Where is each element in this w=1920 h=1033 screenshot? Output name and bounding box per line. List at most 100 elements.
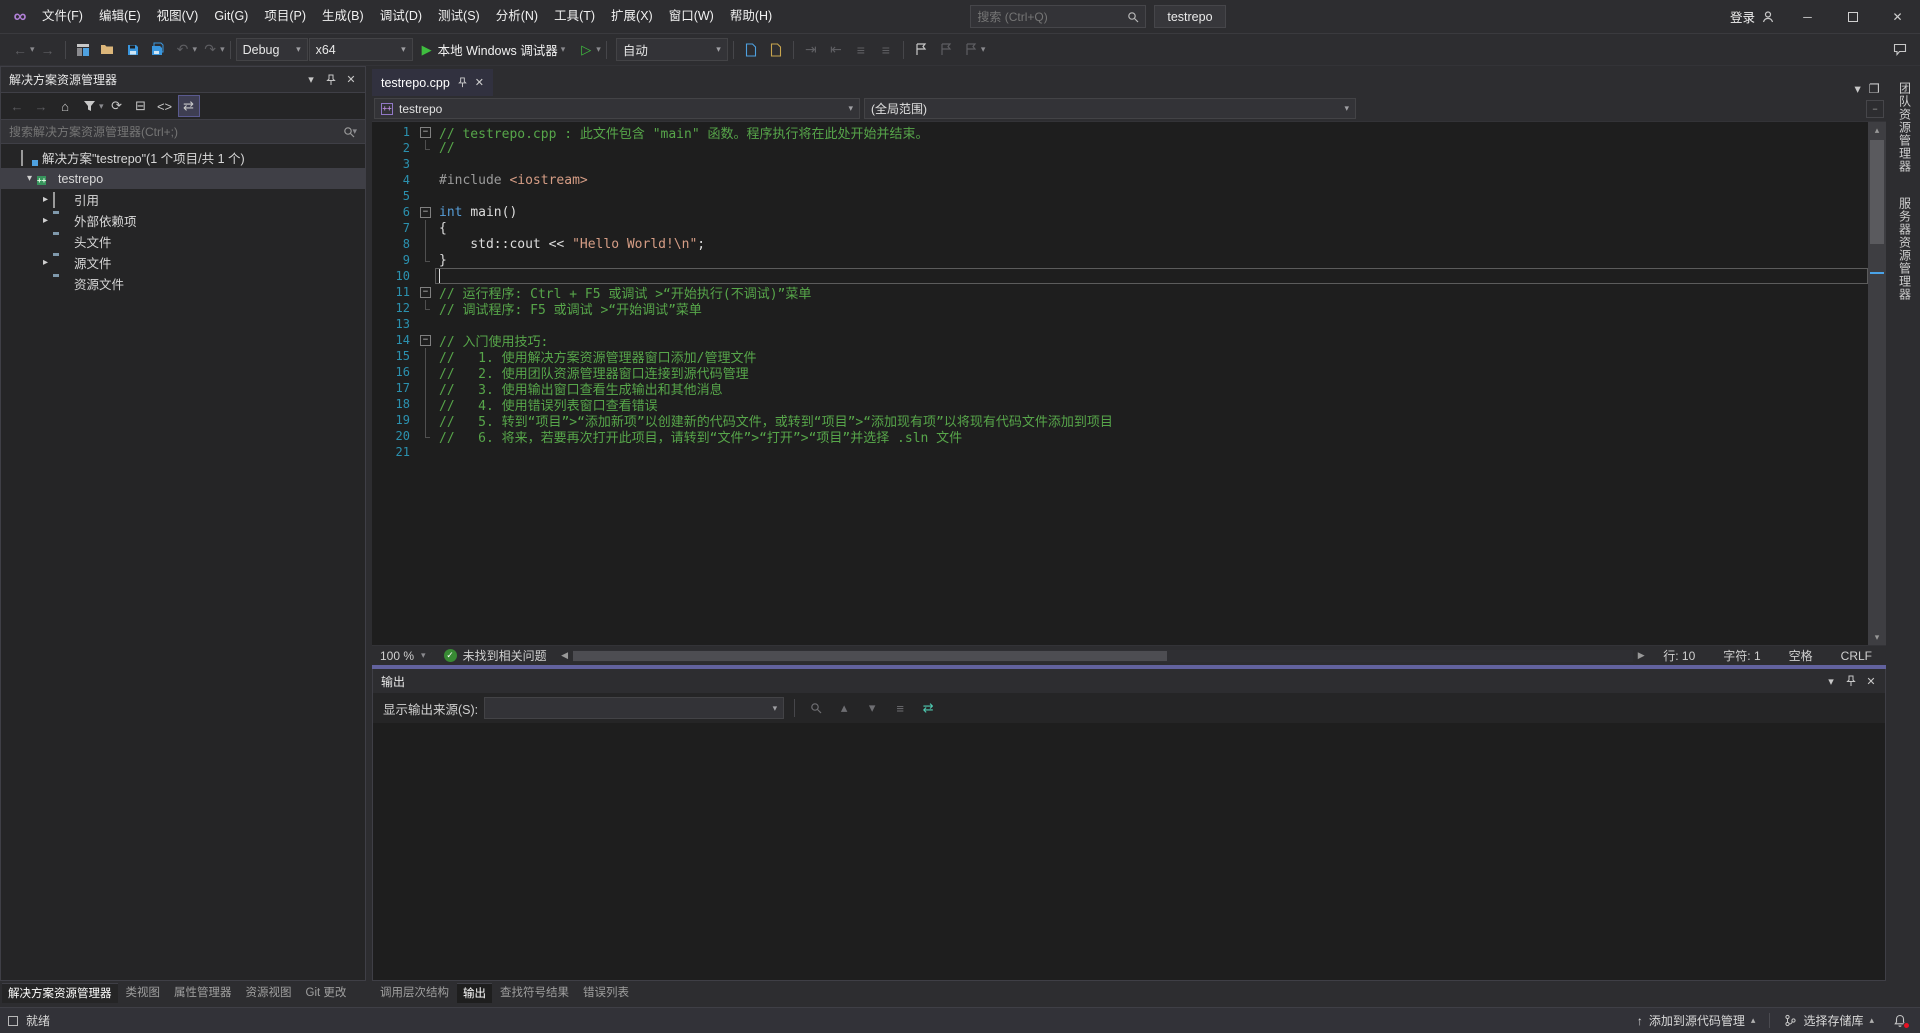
bottom-panel-tab-3[interactable]: 错误列表 [577, 983, 635, 1003]
window-position-chevron-icon[interactable]: ▾ [301, 70, 321, 90]
scroll-right-icon[interactable]: ▶ [1633, 650, 1649, 661]
comment-selection-icon[interactable]: ≡ [849, 37, 873, 63]
navigate-back-dropdown-icon[interactable]: ▾ [30, 44, 35, 55]
eol-indicator[interactable]: CRLF [1827, 649, 1886, 663]
output-content[interactable] [373, 723, 1885, 980]
start-debugging-button[interactable]: ▶ 本地 Windows 调试器 ▾ [414, 37, 574, 63]
solution-explorer-search-box[interactable]: ▾ [1, 120, 365, 144]
code-editor[interactable]: 1−// testrepo.cpp : 此文件包含 "main" 函数。程序执行… [372, 122, 1886, 645]
left-panel-tab-0[interactable]: 解决方案资源管理器 [2, 983, 118, 1003]
tree-item-external-dependencies[interactable]: ▸外部依赖项 [1, 210, 365, 231]
toolbar-overflow-chevron-icon[interactable]: ▾ [981, 44, 986, 55]
right-auto-hide-tab-0[interactable]: 团队资源管理器 [1897, 78, 1914, 177]
menu-item[interactable]: 项目(P) [256, 0, 314, 33]
menu-item[interactable]: 测试(S) [430, 0, 488, 33]
menu-item[interactable]: 调试(D) [372, 0, 430, 33]
line-indicator[interactable]: 行: 10 [1649, 647, 1709, 664]
expander-icon[interactable]: ▸ [39, 194, 52, 205]
editor-vertical-scrollbar[interactable]: ▴ ▾ [1868, 122, 1886, 645]
background-tasks-icon[interactable] [8, 1016, 18, 1026]
se-forward-icon[interactable]: → [30, 95, 52, 117]
se-collapse-all-icon[interactable]: ⊟ [130, 95, 152, 117]
undo-icon[interactable]: ↶ [171, 37, 195, 63]
bookmark-previous-icon[interactable] [934, 37, 958, 63]
collapse-region-icon[interactable]: − [420, 335, 431, 346]
code-line[interactable]: 2// [372, 140, 1868, 156]
open-file-icon[interactable] [96, 37, 120, 63]
code-line[interactable]: 1−// testrepo.cpp : 此文件包含 "main" 函数。程序执行… [372, 124, 1868, 140]
se-home-icon[interactable]: ⌂ [54, 95, 76, 117]
code-line[interactable]: 5 [372, 188, 1868, 204]
tree-item-solution[interactable]: 解决方案"testrepo"(1 个项目/共 1 个) [1, 147, 365, 168]
scrollbar-up-icon[interactable]: ▴ [1868, 122, 1886, 138]
code-line[interactable]: 12// 调试程序: F5 或调试 >“开始调试”菜单 [372, 300, 1868, 316]
code-line[interactable]: 6−int main() [372, 204, 1868, 220]
startup-item-combo[interactable]: 自动 ▾ [616, 38, 728, 61]
notifications-button[interactable] [1888, 1008, 1912, 1033]
expander-icon[interactable]: ▸ [39, 215, 52, 226]
tree-item-header-files[interactable]: 头文件 [1, 231, 365, 252]
close-button[interactable]: ✕ [1875, 0, 1920, 33]
se-show-all-files-icon[interactable]: <> [154, 95, 176, 117]
add-new-item-icon[interactable] [764, 37, 788, 63]
tab-pin-icon[interactable] [457, 77, 468, 88]
save-icon[interactable] [121, 37, 145, 63]
menu-item[interactable]: 分析(N) [488, 0, 546, 33]
select-repository-button[interactable]: 选择存储库 ▴ [1774, 1008, 1884, 1033]
undo-dropdown-icon[interactable]: ▾ [193, 44, 198, 55]
code-line[interactable]: 21 [372, 444, 1868, 460]
line-indent-icon[interactable]: ⇥ [799, 37, 823, 63]
bookmark-toggle-icon[interactable] [909, 37, 933, 63]
quick-search-input[interactable] [977, 10, 1127, 24]
solution-platform-combo[interactable]: x64 ▾ [309, 38, 413, 61]
active-files-chevron-icon[interactable]: ▾ [1855, 81, 1861, 96]
menu-item[interactable]: 编辑(E) [91, 0, 149, 33]
code-line[interactable]: 20// 6. 将来，若要再次打开此项目，请转到“文件”>“打开”>“项目”并选… [372, 428, 1868, 444]
tree-item-source-files[interactable]: ▸源文件 [1, 252, 365, 273]
uncomment-selection-icon[interactable]: ≡ [874, 37, 898, 63]
new-project-icon[interactable] [71, 37, 95, 63]
close-panel-icon[interactable]: ✕ [1861, 671, 1881, 691]
previous-message-icon[interactable]: ▴ [833, 697, 855, 719]
output-title-bar[interactable]: 输出 ▾ ✕ [373, 669, 1885, 693]
document-health-indicator[interactable]: ✓ 未找到相关问题 [434, 647, 557, 664]
left-panel-tab-4[interactable]: Git 更改 [300, 983, 353, 1003]
add-to-source-control-button[interactable]: ↑ 添加到源代码管理 ▴ [1627, 1008, 1766, 1033]
se-filter-dropdown-icon[interactable]: ▾ [99, 101, 104, 112]
solution-name-button[interactable]: testrepo [1154, 5, 1225, 28]
pin-icon[interactable] [1841, 671, 1861, 691]
code-line[interactable]: 4#include <iostream> [372, 172, 1868, 188]
split-window-icon[interactable]: − [1866, 100, 1884, 118]
expander-icon[interactable]: ▾ [23, 173, 36, 184]
expander-icon[interactable]: ▸ [39, 257, 52, 268]
code-line[interactable]: 13 [372, 316, 1868, 332]
start-debug-dropdown-icon[interactable]: ▾ [561, 44, 566, 55]
code-line[interactable]: 8 std::cout << "Hello World!\n"; [372, 236, 1868, 252]
se-sync-with-active-document-icon[interactable]: ⇄ [178, 95, 200, 117]
collapse-region-icon[interactable]: − [420, 207, 431, 218]
menu-item[interactable]: 工具(T) [546, 0, 603, 33]
scrollbar-down-icon[interactable]: ▾ [1868, 629, 1886, 645]
horizontal-scroll-track[interactable] [573, 650, 1634, 662]
menu-item[interactable]: 窗口(W) [661, 0, 722, 33]
spaces-indicator[interactable]: 空格 [1775, 647, 1827, 664]
menu-item[interactable]: 生成(B) [314, 0, 372, 33]
document-tab-testrepo-cpp[interactable]: testrepo.cpp ✕ [372, 69, 493, 96]
navigate-forward-icon[interactable]: → [36, 37, 60, 63]
toggle-word-wrap-icon[interactable]: ⇄ [917, 697, 939, 719]
scrollbar-thumb[interactable] [1870, 140, 1884, 244]
menu-item[interactable]: Git(G) [206, 0, 256, 33]
search-options-chevron-icon[interactable]: ▾ [352, 126, 357, 137]
menu-item[interactable]: 文件(F) [34, 0, 91, 33]
tab-close-icon[interactable]: ✕ [475, 76, 484, 89]
code-line[interactable]: 3 [372, 156, 1868, 172]
se-refresh-icon[interactable]: ⟳ [106, 95, 128, 117]
next-message-icon[interactable]: ▾ [861, 697, 883, 719]
find-in-files-icon[interactable] [739, 37, 763, 63]
bookmark-next-icon[interactable] [959, 37, 983, 63]
minimize-button[interactable]: ─ [1785, 0, 1830, 33]
zoom-combo[interactable]: 100 % ▾ [372, 646, 434, 665]
save-all-icon[interactable] [146, 37, 170, 63]
quick-search-box[interactable] [970, 5, 1146, 28]
output-source-combo[interactable]: ▾ [484, 697, 784, 719]
